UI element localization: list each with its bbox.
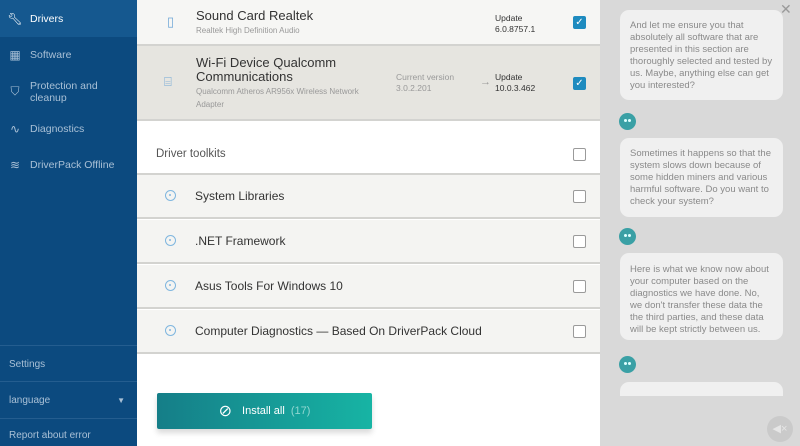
chat-message-partial	[620, 382, 783, 396]
report-label: Report about error	[9, 430, 91, 441]
update-version-value: 10.0.3.462	[495, 83, 536, 93]
layers-icon: ≋	[9, 157, 21, 172]
sidebar-item-software[interactable]: ▦ Software	[0, 36, 137, 73]
current-version-value: 3.0.2.201	[396, 83, 432, 93]
report-error-link[interactable]: Report about error	[0, 418, 137, 446]
install-label: Install all	[242, 405, 285, 417]
grid-icon: ▦	[9, 47, 21, 62]
nav-label: DriverPack Offline	[30, 158, 115, 171]
sidebar-item-drivers[interactable]: 🔧︎ Drivers	[0, 0, 137, 37]
update-version-value: 6.0.8757.1	[495, 24, 536, 34]
sidebar-item-diagnostics[interactable]: ∿ Diagnostics	[0, 110, 137, 147]
update-label: Update	[495, 72, 523, 82]
caret-down-icon: ▼	[117, 395, 125, 405]
language-label: language	[9, 394, 51, 406]
install-all-button[interactable]: ⊘ Install all (17)	[157, 393, 372, 429]
speaker-mute-icon: ◀×	[772, 423, 788, 435]
toolkit-checkbox[interactable]	[573, 325, 586, 338]
driver-subtitle: Qualcomm Atheros AR956x Wireless Network…	[196, 87, 359, 109]
settings-label: Settings	[9, 358, 46, 370]
driver-name: Sound Card Realtek	[196, 8, 314, 23]
nav-label: Software	[30, 48, 72, 61]
toolkit-row[interactable]: Asus Tools For Windows 10	[137, 265, 600, 309]
disc-sparkle-icon: ⊘	[218, 403, 233, 420]
bot-avatar	[619, 113, 636, 130]
driver-checkbox[interactable]: ✓	[573, 16, 586, 29]
toolkit-label: Computer Diagnostics — Based On DriverPa…	[195, 324, 482, 338]
chat-message: Here is what we know now about your comp…	[620, 253, 783, 340]
sidebar-item-protection[interactable]: ⛉ Protection and cleanup	[0, 73, 137, 110]
language-select[interactable]: language ▼	[0, 381, 137, 418]
toolkit-row[interactable]: .NET Framework	[137, 220, 600, 264]
toolkit-row[interactable]: System Libraries	[137, 175, 600, 219]
toolkit-row[interactable]: Computer Diagnostics — Based On DriverPa…	[137, 310, 600, 354]
driver-row[interactable]: ⌸ Wi-Fi Device Qualcomm Communications Q…	[137, 46, 600, 121]
main-content: ▯ Sound Card Realtek Realtek High Defini…	[137, 0, 600, 446]
toolkits-checkbox[interactable]	[573, 148, 586, 161]
driver-row[interactable]: ▯ Sound Card Realtek Realtek High Defini…	[137, 0, 600, 46]
bot-avatar	[619, 356, 636, 373]
settings-link[interactable]: Settings	[0, 345, 137, 382]
nav-label: Protection and cleanup	[29, 79, 98, 104]
disc-icon	[165, 235, 176, 246]
nav-label: Drivers	[30, 12, 64, 25]
bot-avatar	[619, 228, 636, 245]
disc-icon	[165, 280, 176, 291]
sidebar: 🔧︎ Drivers ▦ Software ⛉ Protection and clea…	[0, 0, 137, 446]
sidebar-item-offline[interactable]: ≋ DriverPack Offline	[0, 146, 137, 183]
wrench-icon: 🔧︎	[7, 11, 23, 26]
update-version: Update 6.0.8757.1	[495, 13, 535, 35]
toolkit-checkbox[interactable]	[573, 190, 586, 203]
speaker-icon: ▯	[167, 14, 175, 29]
update-version: Update 10.0.3.462	[495, 72, 535, 94]
toolkits-title: Driver toolkits	[156, 148, 226, 160]
driver-checkbox[interactable]: ✓	[573, 77, 586, 90]
chat-message: And let me ensure you that absolutely al…	[620, 10, 783, 100]
mute-button[interactable]: ◀×	[767, 416, 793, 442]
toolkit-label: Asus Tools For Windows 10	[195, 279, 343, 293]
toolkit-checkbox[interactable]	[573, 235, 586, 248]
disc-icon	[165, 325, 176, 336]
update-label: Update	[495, 13, 523, 23]
shield-icon: ⛉	[10, 84, 20, 98]
toolkit-label: .NET Framework	[195, 234, 286, 248]
chat-panel: ✕ And let me ensure you that absolutely …	[600, 0, 800, 446]
toolkit-checkbox[interactable]	[573, 280, 586, 293]
router-icon: ⌸	[164, 74, 172, 89]
driver-name: Wi-Fi Device Qualcomm Communications	[196, 55, 337, 84]
chat-message: Sometimes it happens so that the system …	[620, 138, 783, 217]
current-version: Current version 3.0.2.201	[396, 72, 454, 94]
toolkit-label: System Libraries	[195, 189, 285, 203]
current-label: Current version	[396, 72, 455, 82]
install-count: (17)	[290, 405, 311, 417]
nav-label: Diagnostics	[30, 122, 85, 135]
arrow-right-icon: →	[480, 76, 491, 88]
pulse-icon: ∿	[9, 121, 21, 136]
driver-subtitle: Realtek High Definition Audio	[196, 26, 300, 35]
disc-icon	[165, 190, 176, 201]
